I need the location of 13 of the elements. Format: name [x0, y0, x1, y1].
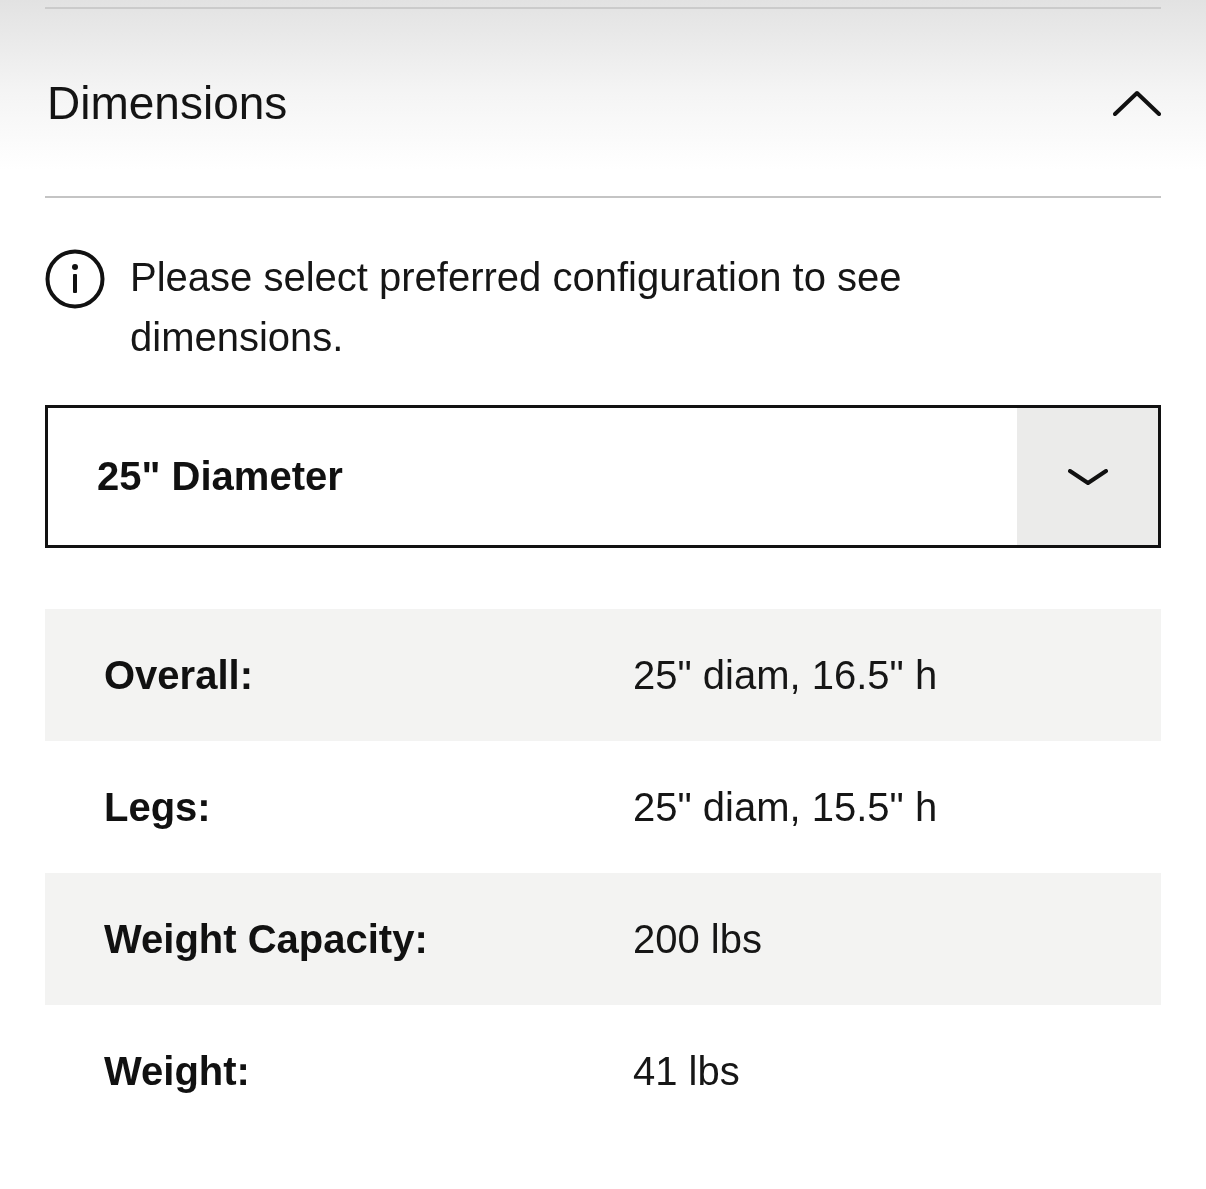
spec-label: Weight: — [104, 1048, 251, 1094]
accordion-header[interactable]: Dimensions — [45, 9, 1161, 196]
spec-value: 200 lbs — [633, 916, 763, 962]
configuration-select[interactable]: 25" Diameter — [45, 405, 1161, 548]
spec-label: Legs: — [104, 784, 212, 830]
spec-value: 25" diam, 16.5" h — [633, 652, 939, 698]
spec-label: Weight Capacity: — [104, 916, 429, 962]
spec-value: 25" diam, 15.5" h — [633, 784, 939, 830]
info-message: Please select preferred configuration to see dimensions. — [130, 254, 903, 361]
spec-value: 41 lbs — [633, 1048, 741, 1094]
info-icon — [45, 249, 105, 309]
spec-label: Overall: — [104, 652, 254, 698]
chevron-down-icon — [1067, 468, 1108, 485]
